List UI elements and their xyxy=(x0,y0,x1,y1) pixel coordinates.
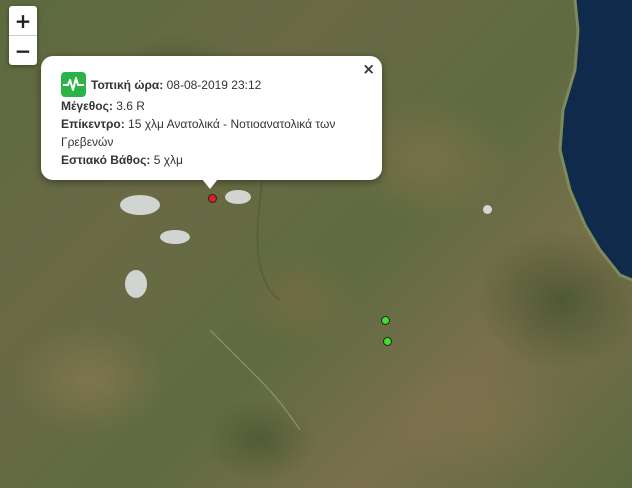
close-button[interactable]: × xyxy=(362,60,375,78)
depth-value: 5 χλμ xyxy=(153,153,183,167)
snow-patch xyxy=(120,195,160,215)
depth-label: Εστιακό Βάθος: xyxy=(61,153,151,167)
magnitude-value: 3.6 R xyxy=(116,99,145,113)
snow-patch xyxy=(125,270,147,298)
zoom-control: + − xyxy=(9,6,37,65)
magnitude-row: Μέγεθος: 3.6 R xyxy=(61,97,361,115)
zoom-in-button[interactable]: + xyxy=(9,6,37,35)
popup-tip xyxy=(202,179,218,189)
earthquake-marker[interactable] xyxy=(383,337,392,346)
epicenter-label: Επίκεντρο: xyxy=(61,117,125,131)
time-label: Τοπική ώρα: xyxy=(91,77,164,92)
magnitude-label: Μέγεθος: xyxy=(61,99,113,113)
popup-content: Τοπική ώρα: 08-08-2019 23:12 Μέγεθος: 3.… xyxy=(61,72,361,169)
snow-patch xyxy=(483,205,492,214)
depth-row: Εστιακό Βάθος: 5 χλμ xyxy=(61,151,361,169)
zoom-out-button[interactable]: − xyxy=(9,35,37,65)
snow-patch xyxy=(225,190,251,204)
popup-title-row: Τοπική ώρα: 08-08-2019 23:12 xyxy=(61,72,361,97)
seismograph-icon xyxy=(61,72,86,97)
time-value: 08-08-2019 23:12 xyxy=(166,77,262,92)
epicenter-row: Επίκεντρο: 15 χλμ Ανατολικά - Νοτιοανατο… xyxy=(61,115,361,151)
earthquake-marker[interactable] xyxy=(381,316,390,325)
snow-patch xyxy=(160,230,190,244)
earthquake-marker-selected[interactable] xyxy=(208,194,217,203)
earthquake-popup: × Τοπική ώρα: 08-08-2019 23:12 Μέγεθος: … xyxy=(41,56,382,189)
